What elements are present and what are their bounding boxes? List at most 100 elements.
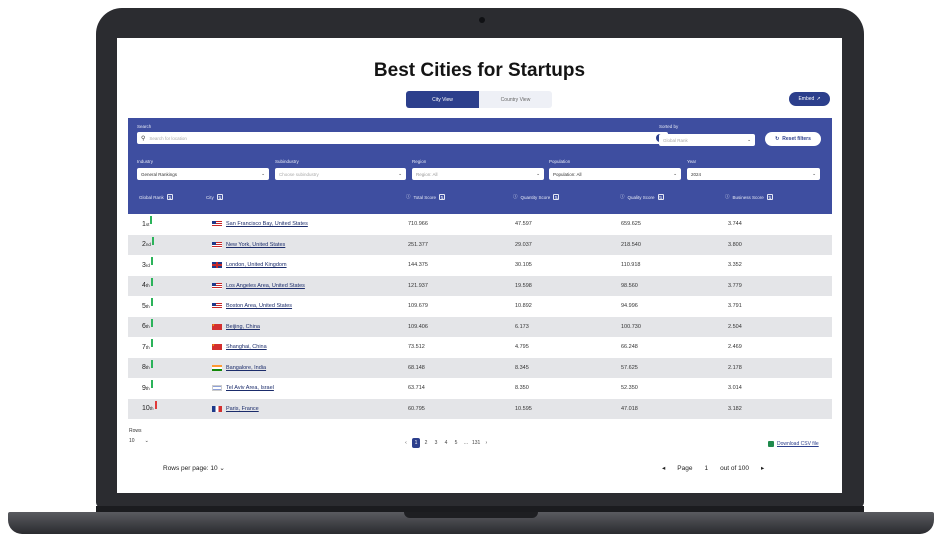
page-button[interactable]: 1 bbox=[412, 438, 420, 448]
rows-per-page-select[interactable]: Rows per page: 10 ⌄ bbox=[163, 464, 225, 472]
column-header-business[interactable]: ⓘ Business Score ⇅ bbox=[725, 194, 773, 200]
city-link[interactable]: Tel Aviv Area, Israel bbox=[226, 385, 274, 391]
rank-suffix: th bbox=[145, 324, 150, 330]
page-title: Best Cities for Startups bbox=[373, 60, 586, 81]
page-button[interactable]: ... bbox=[462, 438, 470, 448]
rank-cell: 5th bbox=[142, 296, 153, 317]
rank-cell: 2nd bbox=[142, 235, 154, 256]
sorted-by-select[interactable]: Global Rank ⌄ bbox=[659, 134, 755, 146]
quality-score-cell: 52.350 bbox=[621, 385, 638, 392]
page-button[interactable]: 5 bbox=[452, 438, 460, 448]
table-row[interactable]: 5th Boston Area, United States 109.679 10.8… bbox=[128, 296, 832, 317]
flag-gb-icon bbox=[212, 262, 222, 269]
city-link[interactable]: Boston Area, United States bbox=[226, 303, 292, 309]
column-header-rank-label: Global Rank bbox=[139, 194, 164, 200]
city-link[interactable]: London, United Kingdom bbox=[226, 262, 287, 268]
table-row[interactable]: 6th ★ Beijing, China 109.406 6.173 100.730 2.5… bbox=[128, 316, 832, 337]
table-row[interactable]: 7th ★ Shanghai, China 73.512 4.795 66.248 2.46… bbox=[128, 337, 832, 358]
quantity-score-cell: 29.037 bbox=[515, 241, 532, 248]
rows-select[interactable]: 10 ⌄ bbox=[129, 438, 149, 444]
page-button[interactable]: 2 bbox=[422, 438, 430, 448]
city-link[interactable]: Beijing, China bbox=[226, 324, 260, 330]
rank-suffix: th bbox=[145, 303, 150, 309]
trend-up-icon bbox=[150, 380, 153, 389]
table-row[interactable]: 9th Tel Aviv Area, Israel 63.714 8.350 52.35… bbox=[128, 378, 832, 399]
column-header-quality[interactable]: ⓘ Quality Score ⇅ bbox=[620, 194, 664, 200]
trend-up-icon bbox=[151, 236, 154, 245]
quality-score-cell: 47.018 bbox=[621, 405, 638, 412]
info-icon: ⓘ bbox=[725, 194, 730, 199]
download-csv-link[interactable]: Download CSV file bbox=[768, 441, 819, 447]
page-number-input[interactable]: 1 bbox=[704, 465, 708, 472]
industry-select[interactable]: General Rankings ⌄ bbox=[137, 168, 269, 180]
city-link[interactable]: Los Angeles Area, United States bbox=[226, 283, 305, 289]
region-select[interactable]: Region: All ⌄ bbox=[412, 168, 544, 180]
table-row[interactable]: 8th Bangalore, India 68.148 8.345 57.625 2.17… bbox=[128, 357, 832, 378]
page-button[interactable]: 3 bbox=[432, 438, 440, 448]
page-button[interactable]: 4 bbox=[442, 438, 450, 448]
sort-icon: ⇅ bbox=[553, 194, 560, 200]
tab-country-view[interactable]: Country View bbox=[479, 91, 552, 108]
city-link[interactable]: Paris, France bbox=[226, 406, 259, 412]
prev-page-icon[interactable]: ‹ bbox=[402, 438, 410, 448]
quantity-score-cell: 10.595 bbox=[515, 405, 532, 412]
city-cell: New York, United States bbox=[212, 235, 285, 256]
city-cell: San Francisco Bay, United States bbox=[212, 214, 308, 235]
quantity-score-cell: 6.173 bbox=[515, 323, 529, 330]
city-cell: Tel Aviv Area, Israel bbox=[212, 378, 274, 399]
embed-button[interactable]: Embed ↗ bbox=[789, 92, 830, 106]
rows-value: 10 bbox=[129, 438, 135, 444]
info-icon: ⓘ bbox=[513, 194, 518, 199]
column-header-quantity-label: Quantity Score bbox=[520, 194, 551, 200]
table-row[interactable]: 2nd New York, United States 251.377 29.037 2… bbox=[128, 234, 832, 256]
subindustry-placeholder: Choose subindustry bbox=[279, 171, 319, 177]
column-header-total[interactable]: ⓘ Total Score ⇅ bbox=[406, 194, 446, 200]
business-score-cell: 2.469 bbox=[728, 344, 742, 351]
total-score-cell: 710.966 bbox=[408, 221, 428, 228]
trend-up-icon bbox=[150, 277, 153, 286]
sorted-by-placeholder: Global Rank bbox=[663, 137, 688, 143]
rank-suffix: nd bbox=[145, 242, 151, 248]
region-value: Region: All bbox=[416, 171, 438, 177]
next-arrow-icon[interactable]: ▸ bbox=[761, 464, 764, 472]
search-input[interactable]: ⚲ Search for location › bbox=[137, 132, 668, 144]
rank-cell: 3rd bbox=[142, 255, 153, 276]
pagination: ‹ 1 2 3 4 5... 131 › bbox=[402, 438, 490, 448]
population-label: Population bbox=[549, 159, 571, 164]
city-link[interactable]: San Francisco Bay, United States bbox=[226, 221, 308, 227]
rank-cell: 4th bbox=[142, 276, 153, 297]
quality-score-cell: 57.625 bbox=[621, 364, 638, 371]
rank-cell: 10th bbox=[142, 399, 157, 420]
table-row[interactable]: 1st San Francisco Bay, United States 710.9… bbox=[128, 214, 832, 235]
rank-cell: 7th bbox=[142, 337, 153, 358]
total-score-cell: 63.714 bbox=[408, 385, 425, 392]
city-link[interactable]: New York, United States bbox=[226, 242, 285, 248]
city-link[interactable]: Shanghai, China bbox=[226, 344, 267, 350]
subindustry-select[interactable]: Choose subindustry ⌄ bbox=[275, 168, 406, 180]
business-score-cell: 3.182 bbox=[728, 405, 742, 412]
table-row[interactable]: 4th Los Angeles Area, United States 121.93… bbox=[128, 275, 832, 297]
year-select[interactable]: 2024 ⌄ bbox=[687, 168, 820, 180]
tab-city-view[interactable]: City View bbox=[406, 91, 479, 108]
column-header-city[interactable]: City ⇅ bbox=[206, 194, 223, 200]
column-header-business-label: Business Score bbox=[732, 194, 764, 200]
info-icon: ⓘ bbox=[406, 194, 411, 199]
population-select[interactable]: Population: All ⌄ bbox=[549, 168, 681, 180]
chevron-down-icon: ⌄ bbox=[144, 438, 149, 444]
quality-score-cell: 94.996 bbox=[621, 303, 638, 310]
page-total-label: out of 100 bbox=[720, 464, 749, 472]
quantity-score-cell: 4.795 bbox=[515, 344, 529, 351]
city-link[interactable]: Bangalore, India bbox=[226, 365, 266, 371]
trend-up-icon bbox=[150, 318, 153, 327]
column-header-quality-label: Quality Score bbox=[627, 194, 655, 200]
column-header-quantity[interactable]: ⓘ Quantity Score ⇅ bbox=[513, 194, 560, 200]
page-button[interactable]: 131 bbox=[472, 438, 480, 448]
table-row[interactable]: 3rd London, United Kingdom 144.375 30.105 11… bbox=[128, 255, 832, 276]
reset-filters-button[interactable]: ↻ Reset filters bbox=[765, 132, 821, 146]
column-header-rank[interactable]: Global Rank ⇅ bbox=[139, 194, 173, 200]
table-row[interactable]: 10th Paris, France 60.795 10.595 47.018 3.182 bbox=[128, 398, 832, 420]
page-label: Page bbox=[677, 464, 693, 472]
chevron-down-icon: ⌄ bbox=[747, 137, 751, 142]
next-page-icon[interactable]: › bbox=[482, 438, 490, 448]
prev-arrow-icon[interactable]: ◂ bbox=[662, 464, 665, 472]
